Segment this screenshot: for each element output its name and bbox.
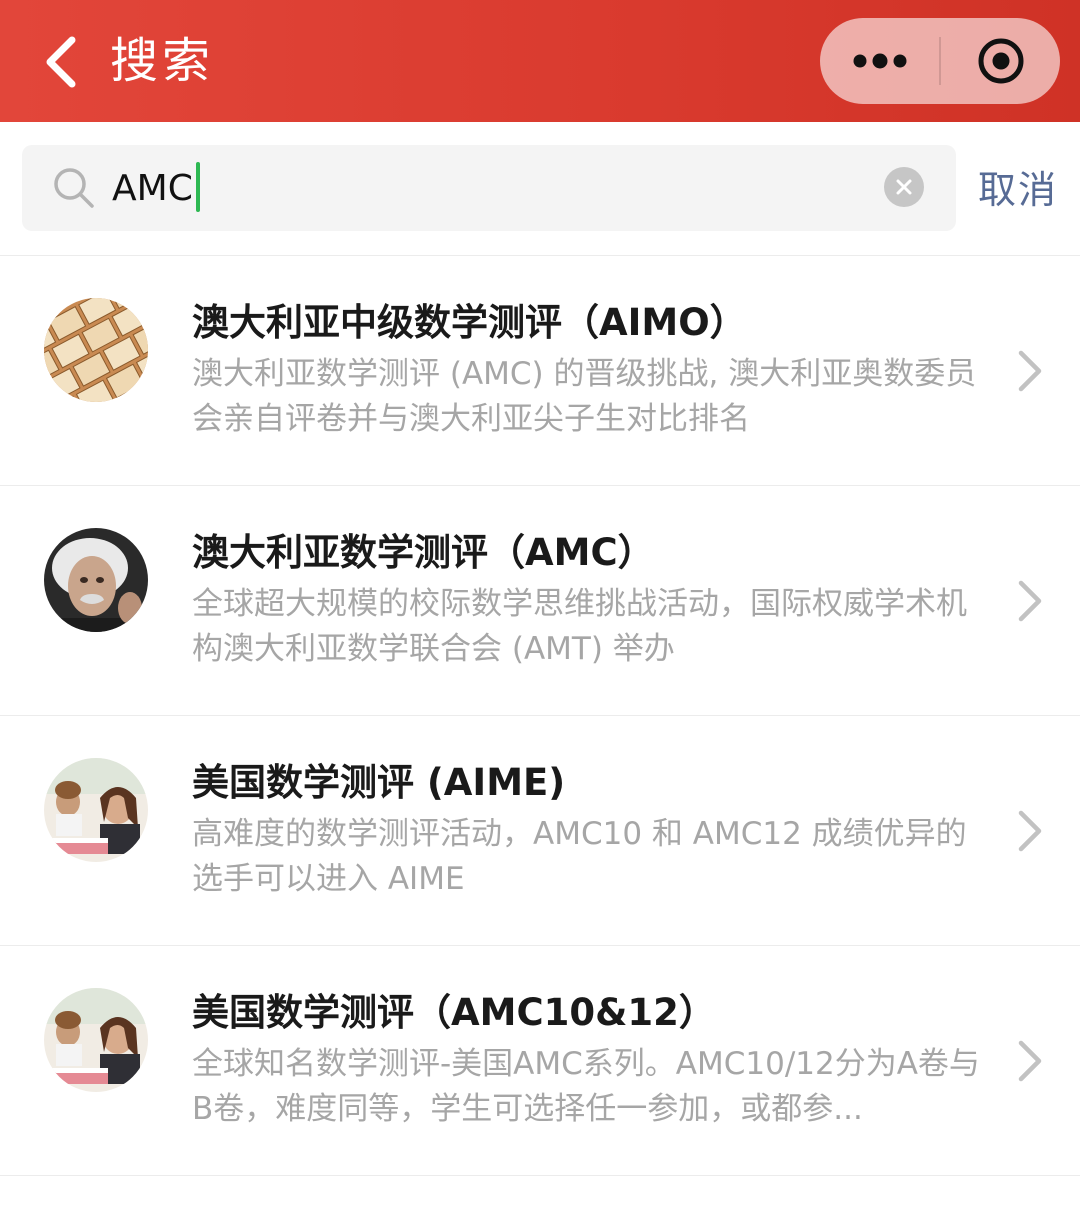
result-title: 美国数学测评（AMC10&12） [192, 991, 716, 1034]
search-box[interactable] [22, 145, 956, 231]
result-title: 澳大利亚中级数学测评（AIMO） [192, 301, 747, 344]
search-input[interactable] [110, 145, 872, 231]
nav-header: 搜索 [0, 0, 1080, 122]
clear-x-icon [896, 179, 912, 195]
math-tiles-avatar [44, 298, 148, 402]
result-title: 美国数学测评 (AIME) [192, 761, 566, 804]
target-close-icon [978, 38, 1023, 84]
result-item[interactable]: 美国数学测评 (AIME) 高难度的数学测评活动，AMC10 和 AMC12 成… [0, 716, 1080, 946]
cancel-button[interactable]: 取消 [978, 162, 1058, 218]
mini-program-capsule [820, 18, 1060, 104]
page-title: 搜索 [110, 33, 215, 89]
result-description: 全球知名数学测评-美国AMC系列。AMC10/12分为A卷与B卷，难度同等，学生… [192, 1046, 980, 1127]
text-cursor [196, 162, 200, 212]
back-button[interactable] [30, 30, 90, 94]
clear-search-button[interactable] [884, 167, 924, 207]
result-description: 澳大利亚数学测评 (AMC) 的晋级挑战, 澳大利亚奥数委员会亲自评卷并与澳大利… [192, 356, 977, 437]
chevron-right-icon [1018, 580, 1042, 622]
close-miniprogram-button[interactable] [941, 18, 1060, 104]
search-icon [54, 168, 94, 208]
chevron-right-icon [1018, 350, 1042, 392]
chevron-right-icon [1018, 1040, 1042, 1082]
result-item[interactable]: 澳大利亚中级数学测评（AIMO） 澳大利亚数学测评 (AMC) 的晋级挑战, 澳… [0, 256, 1080, 486]
chevron-left-icon [46, 36, 76, 88]
students-classroom-avatar [44, 758, 148, 862]
result-item[interactable]: 澳大利亚数学测评（AMC） 全球超大规模的校际数学思维挑战活动，国际权威学术机构… [0, 486, 1080, 716]
scientist-portrait-avatar [44, 528, 148, 632]
result-item[interactable]: 美国数学测评（AMC10&12） 全球知名数学测评-美国AMC系列。AMC10/… [0, 946, 1080, 1176]
search-results-list: 澳大利亚中级数学测评（AIMO） 澳大利亚数学测评 (AMC) 的晋级挑战, 澳… [0, 256, 1080, 1176]
more-button[interactable] [820, 18, 939, 104]
more-dots-icon [853, 53, 906, 69]
result-title: 澳大利亚数学测评（AMC） [192, 531, 655, 574]
result-description: 高难度的数学测评活动，AMC10 和 AMC12 成绩优异的选手可以进入 AIM… [192, 816, 967, 897]
search-bar: 取消 [0, 122, 1080, 256]
students-classroom-avatar [44, 988, 148, 1092]
chevron-right-icon [1018, 810, 1042, 852]
result-description: 全球超大规模的校际数学思维挑战活动，国际权威学术机构澳大利亚数学联合会 (AMT… [192, 586, 967, 667]
